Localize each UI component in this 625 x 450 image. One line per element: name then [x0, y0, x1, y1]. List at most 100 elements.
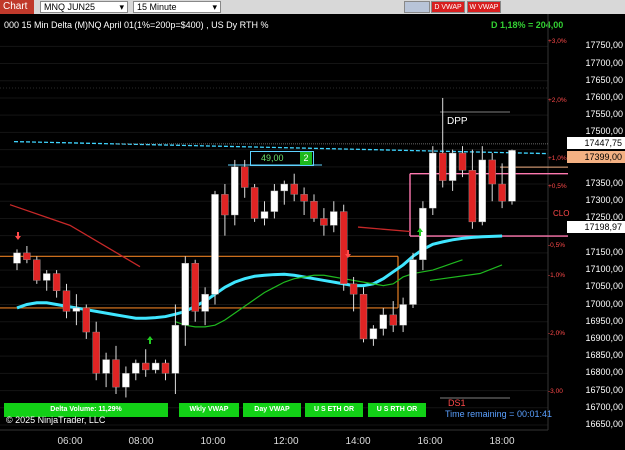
last-price-badge: 17447,75	[567, 137, 625, 149]
candle-body	[211, 194, 219, 295]
chart-grid	[0, 14, 549, 431]
candle-body	[290, 183, 298, 195]
time-tick-label: 18:00	[489, 436, 515, 447]
candle-body	[498, 183, 506, 202]
candle-body	[13, 252, 21, 264]
candle-body	[340, 211, 348, 285]
candle-body	[260, 211, 269, 219]
sell-arrow-icon	[15, 232, 21, 240]
percent-tick-label: -2,0%	[548, 330, 565, 337]
time-tick-label: 14:00	[345, 436, 371, 447]
candle-body	[389, 314, 397, 326]
candle-body	[231, 166, 239, 216]
time-tick-label: 16:00	[417, 436, 443, 447]
candle-body	[52, 273, 61, 291]
price-tick-label: 17100,00	[585, 264, 623, 275]
price-tick-label: 16800,00	[585, 367, 623, 378]
candle-body	[488, 159, 496, 185]
candle-body	[201, 293, 209, 312]
price-tick-label: 16700,00	[585, 401, 623, 412]
time-tick-label: 06:00	[57, 436, 83, 447]
prev-price-badge: 17399,00	[567, 151, 625, 163]
price-tick-label: 16950,00	[585, 315, 623, 326]
time-tick-label: 10:00	[200, 436, 226, 447]
candle-body	[448, 152, 457, 181]
candle-body	[320, 218, 328, 226]
candle-body	[151, 362, 160, 371]
time-tick-label: 08:00	[128, 436, 154, 447]
candle-body	[112, 359, 120, 388]
candle-body	[23, 252, 31, 260]
price-tick-label: 17500,00	[585, 126, 623, 137]
percent-tick-label: +0,5%	[548, 183, 567, 190]
time-remaining: Time remaining = 00:01:41	[445, 409, 552, 419]
delta-box: 49,00 2	[250, 151, 314, 166]
us-rth-or-button[interactable]: U S RTH OR	[368, 403, 426, 417]
candle-body	[171, 324, 180, 374]
copyright: © 2025 NinjaTrader, LLC	[6, 415, 106, 425]
price-tick-label: 16650,00	[585, 419, 623, 429]
candle-body	[122, 373, 130, 388]
price-tick-label: 17350,00	[585, 178, 623, 189]
candle-body	[369, 328, 378, 340]
price-tick-label: 17150,00	[585, 246, 623, 257]
wkly-vwap-button[interactable]: Wkly VWAP	[179, 403, 239, 417]
buy-arrow-icon	[147, 336, 153, 344]
candle-body	[280, 183, 288, 192]
candle-body	[221, 194, 229, 216]
percent-tick-label: -1,0%	[548, 272, 565, 279]
candle-body	[141, 362, 150, 371]
price-tick-label: 16900,00	[585, 332, 623, 343]
weekly-vwap-line	[16, 234, 503, 320]
price-tick-label: 17050,00	[585, 281, 623, 292]
price-tick-label: 16750,00	[585, 384, 623, 395]
price-tick-label: 16850,00	[585, 350, 623, 361]
candle-body	[349, 283, 358, 295]
delta-box-value: 49,00	[261, 153, 284, 163]
candle-body	[310, 201, 318, 219]
price-tick-label: 17700,00	[585, 57, 623, 68]
candle-body	[181, 263, 190, 326]
percent-tick-label: +2,0%	[548, 97, 567, 104]
price-tick-label: 17000,00	[585, 298, 623, 309]
candle-body	[72, 307, 81, 312]
percent-tick-label: +3,0%	[548, 38, 567, 45]
ds1-label: DS1	[448, 398, 466, 408]
candle-body	[62, 290, 71, 312]
low-price-badge: 17198,97	[567, 221, 625, 233]
candle-body	[250, 187, 259, 219]
candle-body	[409, 259, 417, 305]
delta-box-count: 2	[300, 152, 312, 165]
candle-body	[82, 307, 91, 333]
candle-body	[300, 194, 308, 202]
candle-body	[33, 259, 41, 281]
clo-label: CLO	[553, 209, 570, 218]
candle-body	[468, 170, 477, 223]
percent-tick-label: -3,00	[548, 388, 563, 395]
clo-line	[357, 226, 411, 233]
candle-body	[399, 304, 407, 326]
price-chart[interactable]	[0, 0, 625, 450]
price-tick-label: 17750,00	[585, 40, 623, 51]
candle-body	[191, 263, 199, 312]
candle-body	[508, 150, 516, 202]
candle-body	[439, 152, 447, 181]
candle-body	[458, 152, 467, 171]
price-tick-label: 17550,00	[585, 109, 623, 120]
candle-body	[330, 211, 338, 226]
candle-body	[92, 331, 100, 374]
price-tick-label: 17600,00	[585, 91, 623, 102]
candle-body	[429, 152, 437, 209]
candle-body	[359, 293, 368, 340]
candle-body	[132, 362, 140, 374]
price-tick-label: 17650,00	[585, 74, 623, 85]
time-tick-label: 12:00	[273, 436, 299, 447]
us-eth-or-button[interactable]: U S ETH OR	[305, 403, 363, 417]
percent-tick-label: -0,5%	[548, 242, 565, 249]
day-vwap-button[interactable]: Day VWAP	[243, 403, 301, 417]
candle-body	[102, 359, 110, 374]
price-tick-label: 17300,00	[585, 195, 623, 206]
dpp-label: DPP	[447, 116, 468, 127]
percent-tick-label: +1,0%	[548, 155, 567, 162]
candle-body	[478, 159, 486, 223]
